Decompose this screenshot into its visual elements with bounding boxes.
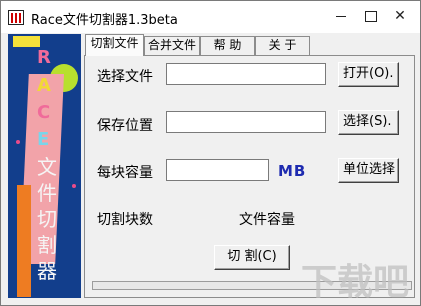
title-bar: Race文件切割器1.3beta ✕ (1, 1, 420, 33)
site-watermark: 下载吧 (301, 262, 410, 303)
file-size-label: 文件容量 (239, 212, 295, 228)
banner-char: 器 (37, 259, 57, 283)
banner-letter-c: C (37, 102, 51, 123)
unit-select-button[interactable]: 单位选择 (338, 158, 399, 183)
banner-dot (16, 140, 20, 144)
banner-letter-a: A (37, 75, 51, 96)
banner-orange-bar (17, 185, 31, 297)
tab-split-file[interactable]: 切割文件 (85, 34, 144, 56)
banner-dot (72, 184, 76, 188)
select-folder-button[interactable]: 选择(S). (338, 110, 399, 135)
logo-banner: R A C E 文 件 切 割 器 (8, 34, 81, 298)
banner-vertical-text: 文 件 切 割 器 (36, 154, 58, 284)
tab-help[interactable]: 帮 助 (200, 36, 255, 55)
maximize-button[interactable] (356, 4, 384, 28)
app-icon (8, 10, 24, 25)
open-button[interactable]: 打开(O). (338, 62, 399, 87)
banner-yellow-block (13, 36, 40, 47)
window-title: Race文件切割器1.3beta (31, 13, 178, 28)
save-location-label: 保存位置 (97, 118, 153, 134)
banner-letter-e: E (37, 129, 50, 150)
chunk-unit-label: MB (278, 162, 307, 180)
banner-letter-r: R (37, 47, 51, 68)
banner-char: 切 (37, 207, 57, 231)
chunk-size-label: 每块容量 (97, 165, 153, 181)
banner-char: 割 (37, 233, 57, 257)
chunk-size-input[interactable] (166, 159, 269, 181)
tab-about[interactable]: 关 于 (255, 36, 310, 55)
banner-char: 文 (37, 155, 57, 179)
close-button[interactable]: ✕ (386, 4, 414, 28)
source-file-input[interactable] (166, 63, 326, 85)
banner-char: 件 (37, 181, 57, 205)
tab-merge-file[interactable]: 合并文件 (144, 36, 200, 55)
app-window: Race文件切割器1.3beta ✕ R A C E 文 件 切 割 器 切割文… (0, 0, 421, 306)
chunk-count-label: 切割块数 (97, 212, 153, 228)
source-file-label: 选择文件 (97, 69, 153, 85)
save-location-input[interactable] (166, 111, 326, 133)
split-button[interactable]: 切 割(C) (214, 245, 290, 270)
minimize-button[interactable] (327, 4, 355, 28)
